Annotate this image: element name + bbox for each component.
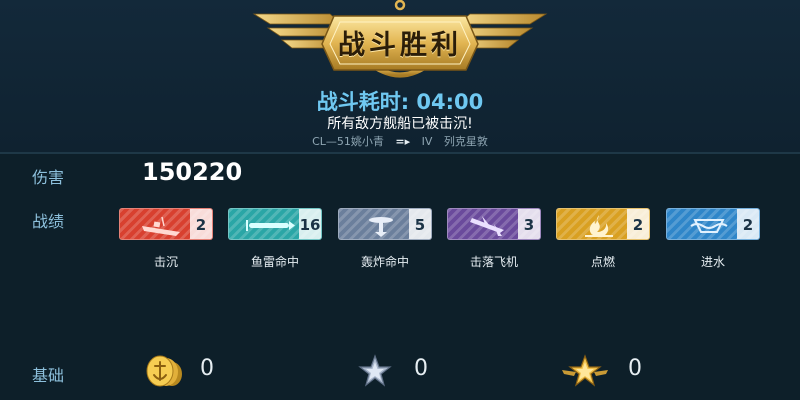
ship-sink-icon xyxy=(142,216,180,236)
ship-tier: IV xyxy=(421,135,433,148)
ship-progress-line: CL—51姚小青 =▸ IV 列克星敦 xyxy=(0,133,800,149)
gold-winged-star-icon xyxy=(562,354,608,387)
bomb-icon xyxy=(369,217,393,237)
badge-label: 进水 xyxy=(700,255,725,269)
fire-icon xyxy=(585,215,613,237)
torpedo-icon xyxy=(246,220,295,231)
battle-result-text: 所有敌方舰船已被击沉! xyxy=(327,116,473,132)
badge-count: 2 xyxy=(627,209,649,239)
next-ship-name: 列克星敦 xyxy=(443,135,488,148)
divider xyxy=(0,152,800,154)
victory-title: 战斗胜利 xyxy=(338,30,462,61)
victory-banner: 战斗胜利 xyxy=(250,0,550,86)
badge-count: 3 xyxy=(518,209,540,239)
badge-count: 2 xyxy=(190,209,212,239)
badge-label: 击落飞机 xyxy=(469,255,518,269)
badge-fire[interactable]: 2 xyxy=(556,208,650,240)
badge-count: 2 xyxy=(737,209,759,239)
damage-value: 150220 xyxy=(142,158,243,186)
basic-label: 基础 xyxy=(32,366,65,385)
silver-star-value: 0 xyxy=(414,356,428,381)
plane-down-icon xyxy=(470,216,504,236)
badge-count: 5 xyxy=(409,209,431,239)
arrow-right-icon: =▸ xyxy=(395,135,411,148)
badge-bomb[interactable]: 5 xyxy=(338,208,432,240)
badge-count: 16 xyxy=(299,209,321,239)
gold-value: 0 xyxy=(200,356,214,381)
badge-torpedo[interactable]: 16 xyxy=(228,208,322,240)
ship-name: CL—51姚小青 xyxy=(312,135,384,148)
badge-label: 击沉 xyxy=(153,255,178,269)
badge-shootdown[interactable]: 3 xyxy=(447,208,541,240)
record-label: 战绩 xyxy=(32,212,65,231)
gold-coin-icon xyxy=(146,355,182,387)
flood-icon xyxy=(690,219,728,233)
badge-label: 鱼雷命中 xyxy=(250,255,299,269)
badge-flood[interactable]: 2 xyxy=(666,208,760,240)
winged-star-value: 0 xyxy=(628,356,642,381)
battle-duration: 战斗耗时: 04:00 xyxy=(316,90,484,114)
badge-label: 轰炸命中 xyxy=(360,255,409,269)
badge-label: 点燃 xyxy=(590,255,615,269)
badge-sink[interactable]: 2 xyxy=(119,208,213,240)
silver-star-icon xyxy=(358,354,392,387)
damage-label: 伤害 xyxy=(32,168,65,187)
